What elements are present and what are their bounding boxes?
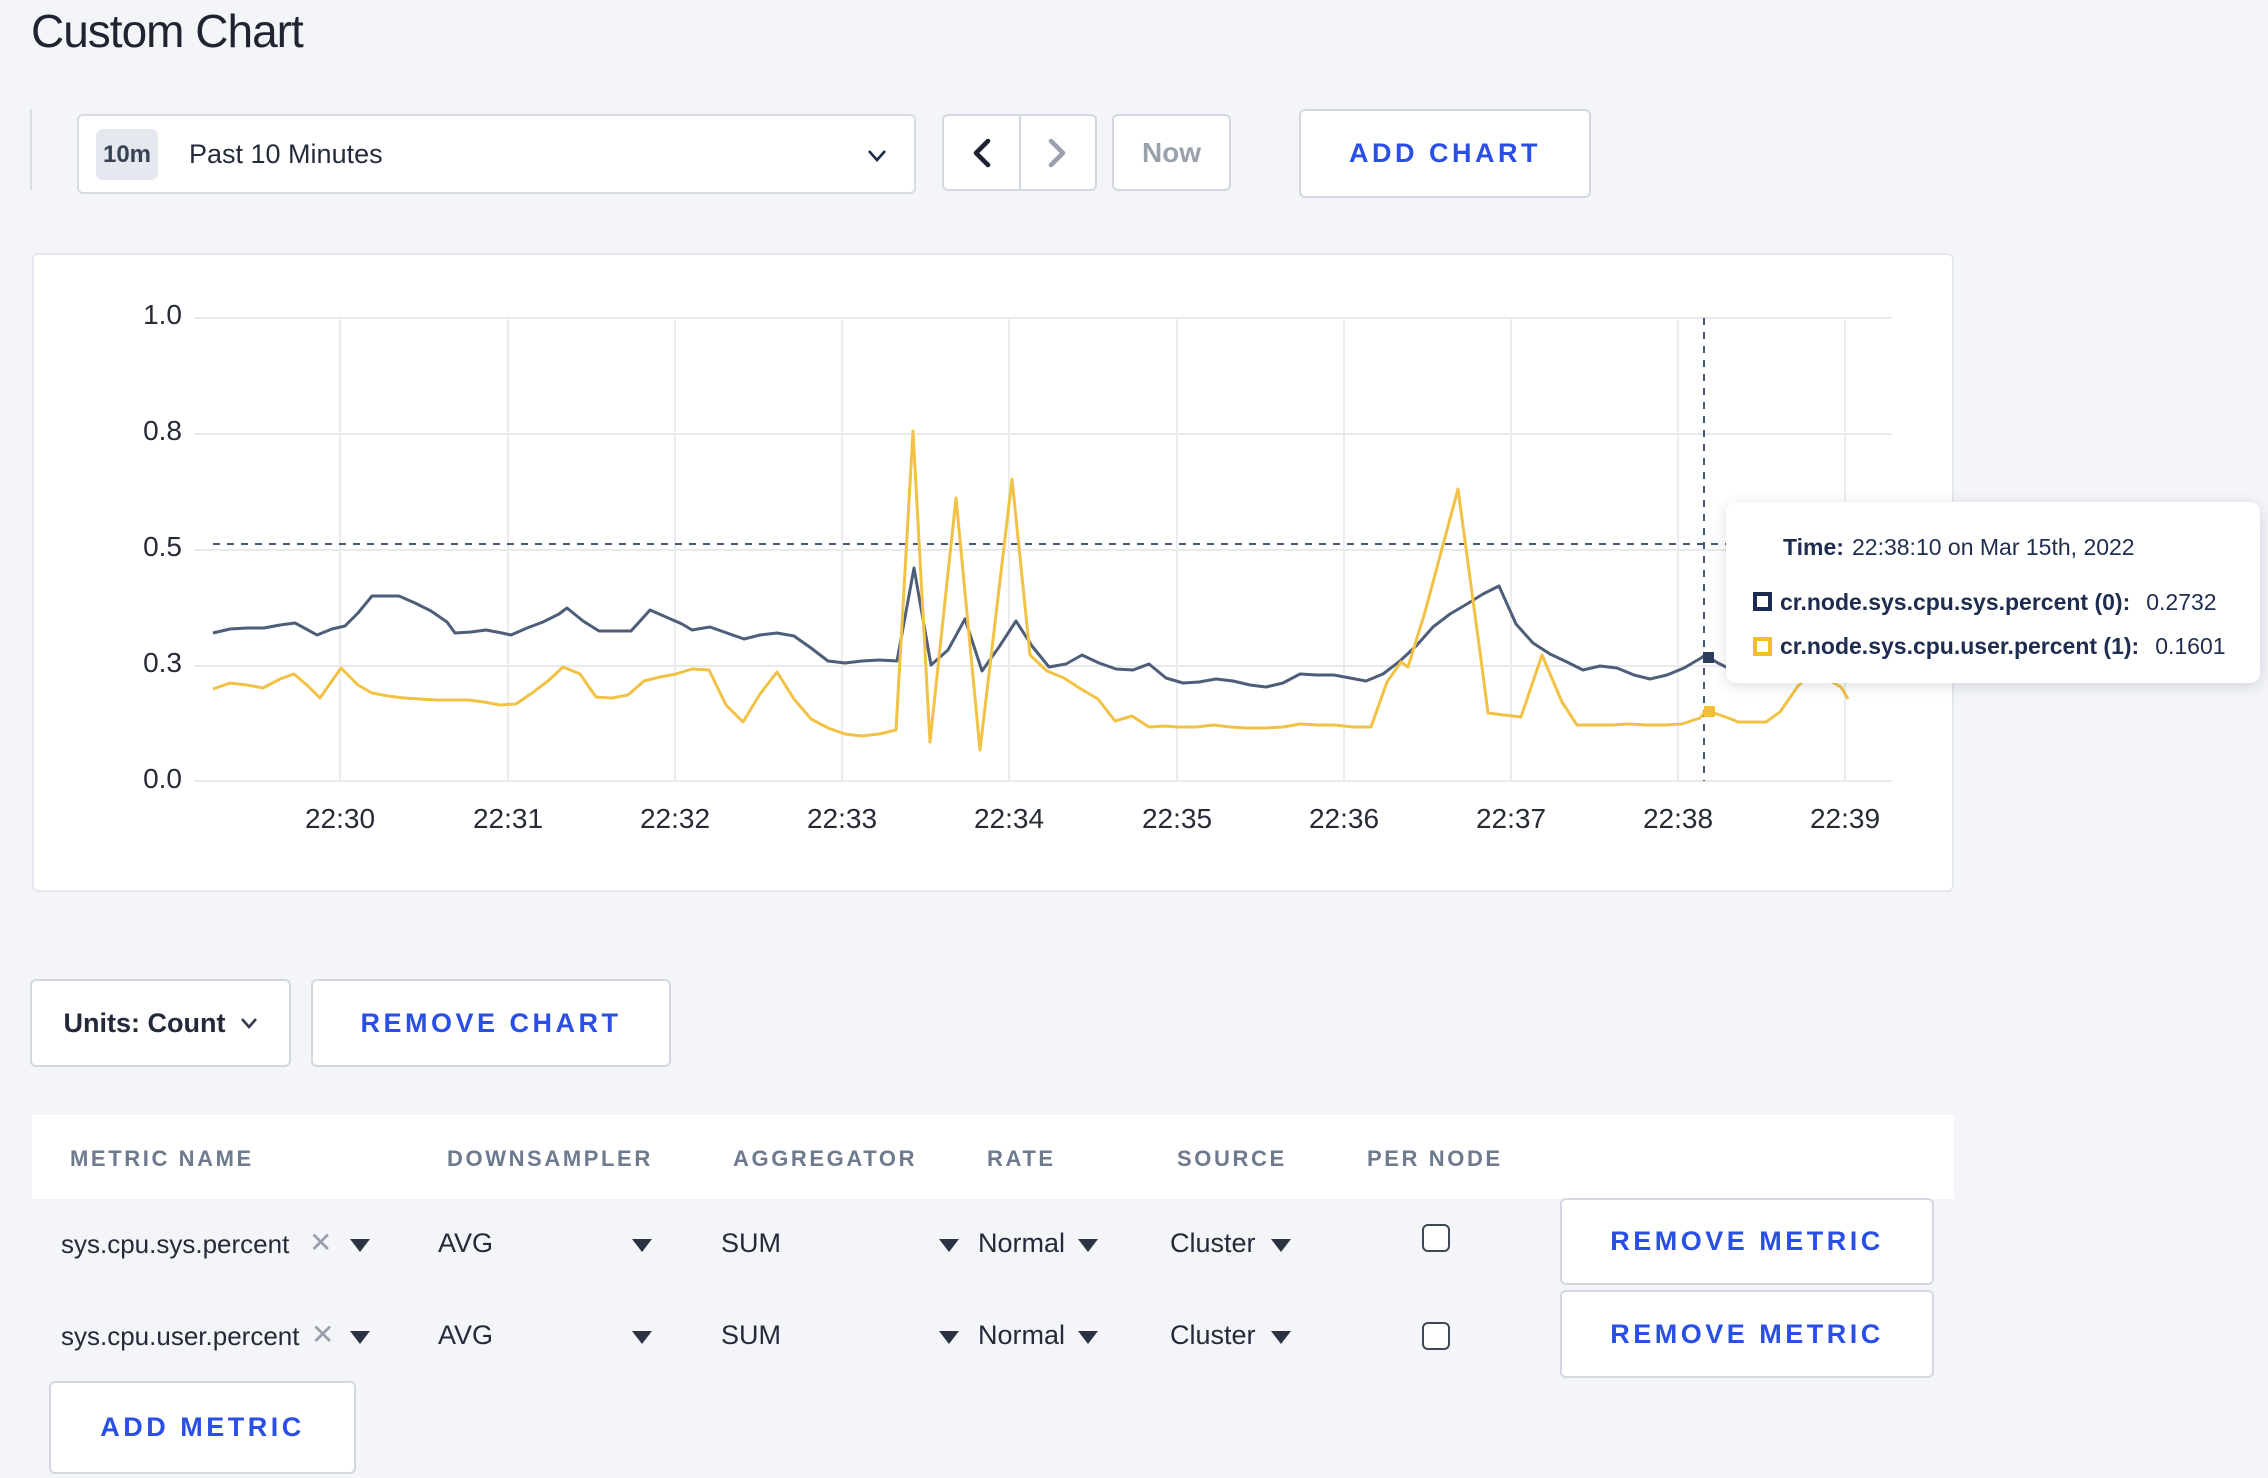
svg-text:22:36: 22:36 — [1309, 803, 1379, 834]
svg-text:0.3: 0.3 — [143, 647, 182, 678]
svg-text:22:39: 22:39 — [1810, 803, 1880, 834]
svg-text:22:31: 22:31 — [473, 803, 543, 834]
svg-text:22:35: 22:35 — [1142, 803, 1212, 834]
svg-text:22:37: 22:37 — [1476, 803, 1546, 834]
svg-text:0.8: 0.8 — [143, 415, 182, 446]
svg-text:22:34: 22:34 — [974, 803, 1044, 834]
svg-text:22:30: 22:30 — [305, 803, 375, 834]
svg-text:0.5: 0.5 — [143, 531, 182, 562]
svg-text:22:38: 22:38 — [1643, 803, 1713, 834]
svg-text:22:33: 22:33 — [807, 803, 877, 834]
svg-text:1.0: 1.0 — [143, 299, 182, 330]
svg-text:0.0: 0.0 — [143, 763, 182, 794]
svg-text:22:32: 22:32 — [640, 803, 710, 834]
